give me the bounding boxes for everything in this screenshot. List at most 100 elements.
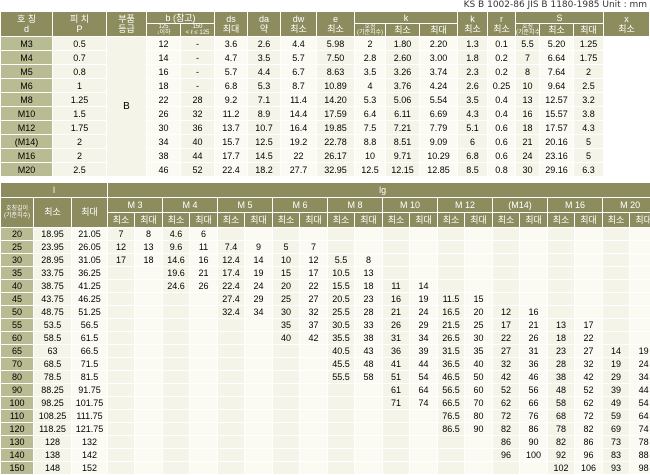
table-cell [603, 293, 630, 306]
table-cell [630, 241, 650, 254]
size-label: M5 [1, 65, 53, 79]
table-cell: 78.5 [34, 371, 72, 384]
table-cell: 12 [493, 306, 520, 319]
table-cell: 62 [493, 397, 520, 410]
table-cell [218, 332, 245, 345]
table-row: M162384417.714.52226.17109.7110.296.80.6… [1, 149, 650, 163]
table-cell: 12 [147, 37, 181, 51]
table-cell [520, 267, 548, 280]
table-cell: 8 [135, 228, 163, 241]
table-cell: 0.7 [53, 51, 107, 65]
table-cell: 28 [181, 93, 215, 107]
table-cell: 38.75 [34, 280, 72, 293]
table-cell: 16 [190, 254, 218, 267]
table-cell: 76 [520, 410, 548, 423]
size-column-header: M 3 [108, 198, 163, 213]
table-cell [328, 241, 355, 254]
header-da: da약 [248, 12, 281, 37]
table-cell: 30 [273, 306, 300, 319]
table-cell [108, 423, 135, 436]
table-cell: 7.1 [248, 93, 281, 107]
header-k-min: 최소 [386, 24, 420, 37]
table-cell: 2 [574, 65, 604, 79]
table-row: 4543.7546.2527.429252720.523161911.515 [1, 293, 650, 306]
table-cell [135, 423, 163, 436]
table-cell: 106 [575, 462, 603, 475]
table-cell: 54 [410, 371, 438, 384]
table-cell [245, 358, 273, 371]
table-cell: 38 [147, 149, 181, 163]
table-cell [273, 358, 300, 371]
table-cell [163, 358, 190, 371]
table-cell: 102 [548, 462, 575, 475]
min-subheader: 최소 [328, 213, 355, 228]
table-cell: - [181, 51, 215, 65]
table-cell: 27 [493, 345, 520, 358]
table-cell: 46.5 [438, 371, 465, 384]
table-cell [465, 228, 493, 241]
table-cell: - [181, 65, 215, 79]
header-pitch: 피 치P [53, 12, 107, 37]
table-cell [630, 228, 650, 241]
table-cell: 27.4 [218, 293, 245, 306]
table-cell: 8.7 [281, 79, 317, 93]
table-cell: 18.95 [34, 228, 72, 241]
max-subheader: 최대 [410, 213, 438, 228]
table-cell: 0.2 [488, 51, 516, 65]
table-row: M101.5263211.28.914.417.596.46.116.694.3… [1, 107, 650, 121]
table-cell: 29.16 [540, 163, 574, 177]
table-cell [465, 241, 493, 254]
table-cell [108, 449, 135, 462]
table-cell: 23 [355, 293, 383, 306]
table-cell: 1.80 [386, 37, 420, 51]
table-cell: 88 [630, 449, 650, 462]
table-cell: 29 [410, 319, 438, 332]
table-cell: 5.7 [281, 51, 317, 65]
max-subheader: 최대 [575, 213, 603, 228]
table-cell [465, 436, 493, 449]
table-cell: 1.25 [53, 93, 107, 107]
length-label: 45 [1, 293, 34, 306]
table-cell: 69 [603, 423, 630, 436]
table-cell: 18 [516, 121, 540, 135]
table-cell [190, 306, 218, 319]
min-subheader: 최소 [383, 213, 410, 228]
size-label: M12 [1, 121, 53, 135]
table-cell: 16.5 [438, 306, 465, 319]
length-grip-table: llg호칭길이(기준치수)최소최대M 3M 4M 5M 6M 8M 10M 12… [0, 182, 650, 475]
table-cell: 2.6 [248, 37, 281, 51]
table-cell [108, 436, 135, 449]
table-cell: 25 [465, 319, 493, 332]
table-cell: 12.5 [355, 163, 386, 177]
table-cell: 10.5 [328, 267, 355, 280]
size-label: M6 [1, 79, 53, 93]
table-cell [273, 449, 300, 462]
table-cell: 35.5 [328, 332, 355, 345]
table-cell [190, 449, 218, 462]
table-cell: 26 [147, 107, 181, 121]
header-l-nominal: 호칭길이(기준치수) [1, 198, 34, 228]
length-label: 25 [1, 241, 34, 254]
table-cell: 2.60 [386, 51, 420, 65]
table-cell: 17.57 [540, 121, 574, 135]
table-row: 1501481521021069398 [1, 462, 650, 475]
size-label: M8 [1, 93, 53, 107]
table-cell: 22.4 [215, 163, 248, 177]
table-cell: 3.5 [248, 51, 281, 65]
table-cell: 12.57 [540, 93, 574, 107]
length-label: 60 [1, 332, 34, 345]
max-subheader: 최대 [630, 213, 650, 228]
table-cell: 1.3 [458, 37, 488, 51]
grade-cell: B [107, 37, 147, 177]
table-cell: 26.05 [72, 241, 108, 254]
table-cell: 2 [53, 149, 107, 163]
table-cell: 10 [273, 254, 300, 267]
min-subheader: 최소 [163, 213, 190, 228]
table-cell [218, 358, 245, 371]
table-cell [135, 384, 163, 397]
table-cell [218, 319, 245, 332]
table-cell [410, 462, 438, 475]
table-cell: 1.5 [53, 107, 107, 121]
table-cell: 93 [603, 462, 630, 475]
table-cell [548, 267, 575, 280]
